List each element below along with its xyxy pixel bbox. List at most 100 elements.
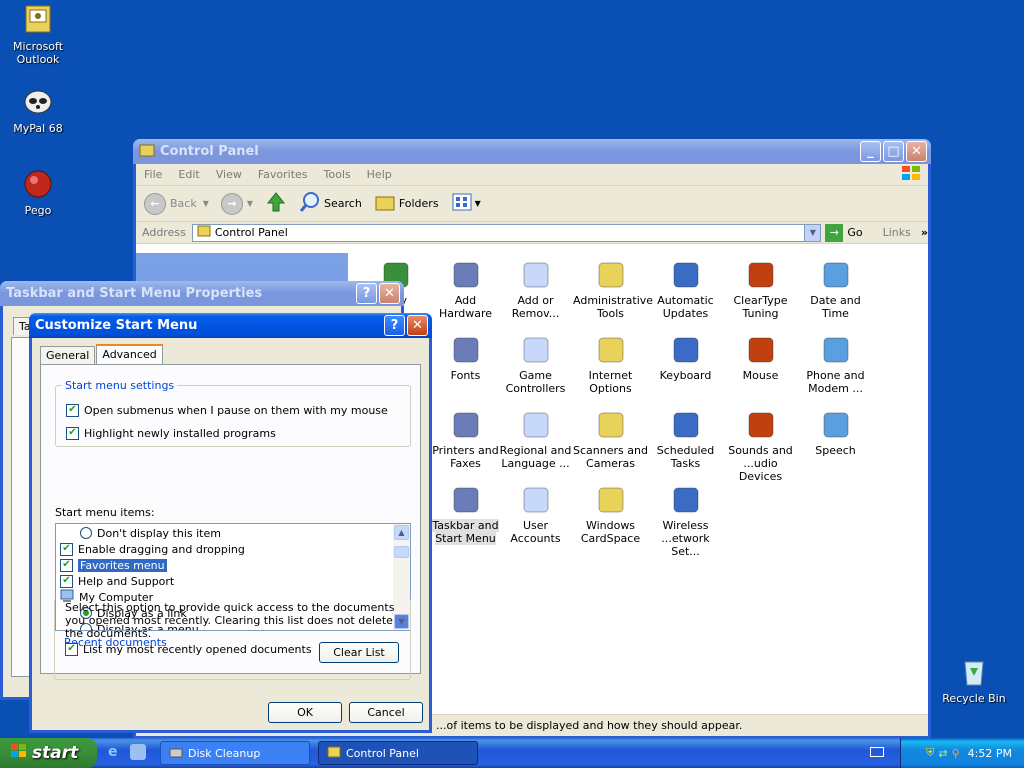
taskbar-properties-titlebar[interactable]: Taskbar and Start Menu Properties ? ✕ <box>0 281 404 306</box>
window-title: Control Panel <box>160 144 259 159</box>
game-controllers-icon <box>520 334 552 366</box>
links-button[interactable]: Links <box>883 226 911 239</box>
search-button[interactable]: Search <box>299 191 362 216</box>
printers-icon <box>450 409 482 441</box>
menu-help[interactable]: Help <box>367 168 392 181</box>
cp-item-internet-options[interactable]: Internet Options <box>573 334 648 395</box>
address-input[interactable]: Control Panel ▼ <box>191 223 822 242</box>
menu-favorites[interactable]: Favorites <box>258 168 308 181</box>
desktop-icon-mypal[interactable]: MyPal 68 <box>0 86 76 135</box>
views-icon <box>451 192 473 215</box>
open-submenus-checkbox[interactable]: ✔ Open submenus when I pause on them wit… <box>66 402 388 418</box>
network-icon[interactable]: ⇄ <box>938 747 947 760</box>
tab-general[interactable]: General <box>40 346 96 365</box>
help-button[interactable]: ? <box>356 283 377 304</box>
back-button[interactable]: ← Back ▼ <box>144 192 209 215</box>
minimize-button[interactable]: _ <box>860 141 881 162</box>
cp-item-sounds[interactable]: Sounds and ...udio Devices <box>723 409 798 483</box>
search-icon <box>299 191 321 216</box>
cp-item-automatic-updates[interactable]: Automatic Updates <box>648 259 723 320</box>
window-title: Customize Start Menu <box>35 318 198 333</box>
clear-list-button[interactable]: Clear List <box>319 642 399 663</box>
list-recent-checkbox[interactable]: ✔ List my most recently opened documents <box>65 641 312 657</box>
windows-flag-icon <box>10 743 28 764</box>
keyboard-tray-icon[interactable] <box>870 747 884 757</box>
cp-item-user-accounts[interactable]: User Accounts <box>498 484 573 545</box>
taskbar-icon <box>450 484 482 516</box>
menu-file[interactable]: File <box>144 168 162 181</box>
ie-quicklaunch-icon[interactable]: e <box>108 744 118 760</box>
cp-item-fonts[interactable]: Fonts <box>428 334 503 382</box>
cp-item-administrative-tools[interactable]: Administrative Tools <box>573 259 653 320</box>
control-panel-titlebar[interactable]: Control Panel _ □ ✕ <box>133 139 931 164</box>
list-item-drag-drop[interactable]: ✔ Enable dragging and dropping <box>60 541 245 557</box>
customize-titlebar[interactable]: Customize Start Menu ? ✕ <box>29 313 432 338</box>
list-item-favorites[interactable]: ✔ Favorites menu <box>60 557 167 573</box>
cp-item-game-controllers[interactable]: Game Controllers <box>498 334 573 395</box>
desktop-icon-outlook[interactable]: Microsoft Outlook <box>0 4 76 66</box>
search-tray-icon[interactable]: ⚲ <box>952 747 960 760</box>
cp-item-add-remove-programs[interactable]: Add or Remov... <box>498 259 573 320</box>
cp-item-cleartype[interactable]: ClearType Tuning <box>723 259 798 320</box>
cp-item-add-hardware[interactable]: Add Hardware <box>428 259 503 320</box>
task-control-panel[interactable]: Control Panel <box>318 741 478 765</box>
cp-item-printers[interactable]: Printers and Faxes <box>428 409 503 470</box>
cp-item-regional[interactable]: Regional and Language ... <box>498 409 573 470</box>
desktop-icon-recycle-bin[interactable]: Recycle Bin <box>936 656 1012 705</box>
wireless-icon <box>670 484 702 516</box>
highlight-programs-checkbox[interactable]: ✔ Highlight newly installed programs <box>66 425 276 441</box>
window-title: Taskbar and Start Menu Properties <box>6 286 263 301</box>
list-item-help[interactable]: ✔ Help and Support <box>60 573 174 589</box>
address-dropdown-button[interactable]: ▼ <box>804 224 821 241</box>
cp-item-scanners[interactable]: Scanners and Cameras <box>573 409 648 470</box>
cp-item-wireless[interactable]: Wireless ...etwork Set... <box>648 484 723 558</box>
internet-options-icon <box>595 334 627 366</box>
date-time-icon <box>820 259 852 291</box>
cp-item-mouse[interactable]: Mouse <box>723 334 798 382</box>
close-button[interactable]: ✕ <box>906 141 927 162</box>
cp-item-keyboard[interactable]: Keyboard <box>648 334 723 382</box>
radio-icon <box>80 527 92 539</box>
desktop-icon-pego[interactable]: Pego <box>0 168 76 217</box>
security-shield-icon[interactable]: ⛨ <box>926 746 934 760</box>
mouse-icon <box>745 334 777 366</box>
menu-bar: File Edit View Favorites Tools Help <box>136 164 928 186</box>
tab-strip: General Advanced <box>40 344 429 365</box>
scroll-thumb[interactable] <box>394 546 409 558</box>
mypal-quicklaunch-icon[interactable] <box>130 744 146 760</box>
folders-button[interactable]: Folders <box>374 191 439 216</box>
tab-advanced[interactable]: Advanced <box>96 344 163 365</box>
scanners-icon <box>595 409 627 441</box>
up-button[interactable] <box>265 191 287 216</box>
menu-edit[interactable]: Edit <box>178 168 199 181</box>
cp-item-taskbar[interactable]: Taskbar and Start Menu <box>428 484 503 545</box>
close-button[interactable]: ✕ <box>407 315 428 336</box>
forward-button[interactable]: → ▼ <box>220 192 253 215</box>
task-disk-cleanup[interactable]: Disk Cleanup <box>160 741 310 765</box>
cp-item-speech[interactable]: Speech <box>798 409 873 457</box>
cancel-button[interactable]: Cancel <box>349 702 423 723</box>
list-item-dont-display[interactable]: Don't display this item <box>80 525 221 541</box>
folders-icon <box>374 191 396 216</box>
maximize-button[interactable]: □ <box>883 141 904 162</box>
start-button[interactable]: start <box>0 738 97 768</box>
start-menu-items-label: Start menu items: <box>55 506 155 519</box>
cp-item-phone-modem[interactable]: Phone and Modem ... <box>798 334 873 395</box>
views-button[interactable]: ▼ <box>451 192 481 215</box>
go-button[interactable]: → Go <box>825 223 863 242</box>
menu-tools[interactable]: Tools <box>324 168 351 181</box>
regional-icon <box>520 409 552 441</box>
automatic-updates-icon <box>670 259 702 291</box>
cp-item-scheduled-tasks[interactable]: Scheduled Tasks <box>648 409 723 470</box>
cp-item-cardspace[interactable]: Windows CardSpace <box>573 484 648 545</box>
help-button[interactable]: ? <box>384 315 405 336</box>
ok-button[interactable]: OK <box>268 702 342 723</box>
close-button[interactable]: ✕ <box>379 283 400 304</box>
address-label: Address <box>142 226 186 239</box>
scroll-up-button[interactable]: ▲ <box>394 525 409 540</box>
cp-item-date-time[interactable]: Date and Time <box>798 259 873 320</box>
control-panel-task-icon <box>327 745 341 762</box>
menu-view[interactable]: View <box>216 168 242 181</box>
mypal-icon <box>22 86 54 118</box>
customize-start-menu-dialog[interactable]: Customize Start Menu ? ✕ General Advance… <box>29 313 432 733</box>
